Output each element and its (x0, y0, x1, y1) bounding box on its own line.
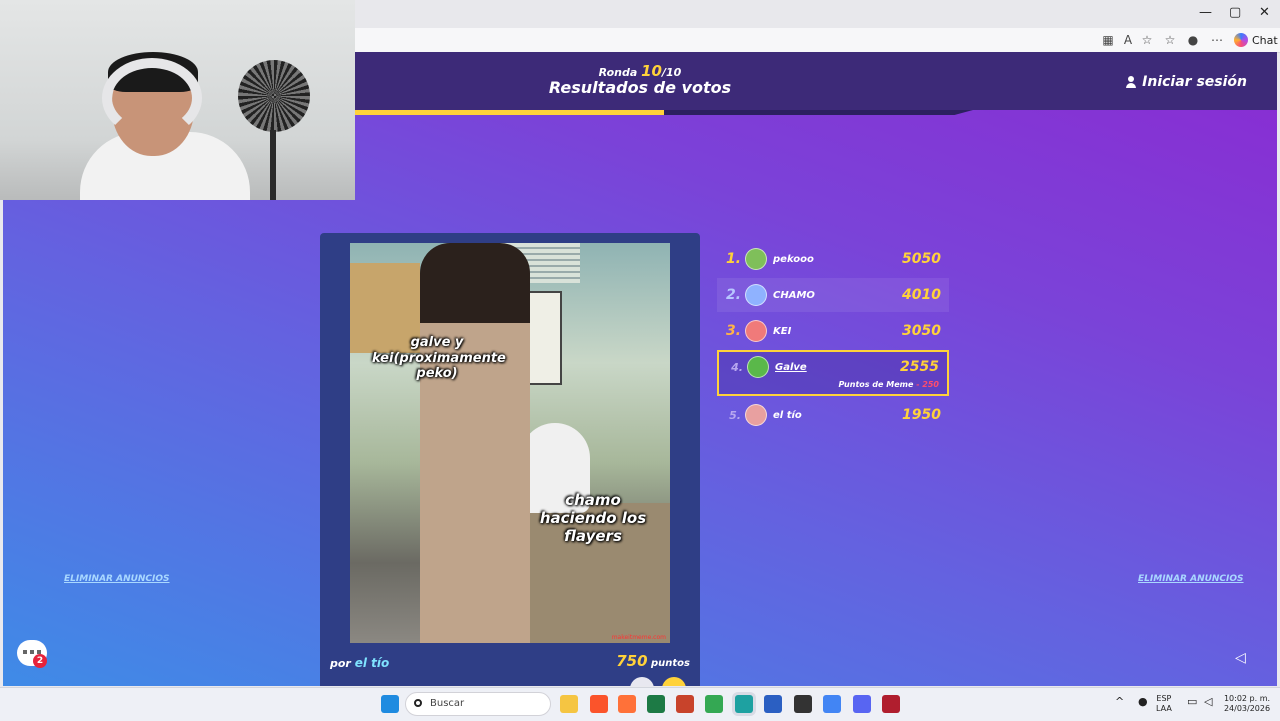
avatar (745, 320, 767, 342)
firefox-icon[interactable] (618, 695, 636, 713)
discord-icon[interactable] (853, 695, 871, 713)
user-icon (1126, 76, 1137, 88)
clock-date: 24/03/2026 (1223, 704, 1271, 713)
round-progress-fill (355, 110, 664, 115)
sound-toggle-icon[interactable]: ◁ (1235, 650, 1246, 666)
player-score: 1950 (902, 407, 941, 423)
search-icon (414, 699, 422, 707)
apps-icon[interactable]: ▦ (1100, 32, 1116, 48)
webcam-fan (238, 60, 310, 132)
headset-icon (102, 58, 202, 138)
player-name: KEI (773, 325, 792, 337)
chrome-profile-icon[interactable] (823, 695, 841, 713)
copilot-chat-button[interactable]: Chat (1234, 31, 1278, 49)
rank: 2. (725, 287, 741, 303)
avatar (745, 404, 767, 426)
meme-author: el tío (354, 656, 390, 670)
microphone-icon[interactable]: ● (1138, 696, 1148, 707)
profile-icon[interactable]: ● (1185, 32, 1201, 48)
clock-time: 10:02 p. m. (1223, 694, 1271, 703)
reaction-pause-icon[interactable] (630, 677, 654, 686)
player-score: 2555 (900, 359, 939, 375)
leaderboard-row: 1. pekooo 5050 (717, 242, 949, 276)
rank: 5. (729, 408, 741, 422)
leaderboard-row: 2. CHAMO 4010 (717, 278, 949, 312)
leaderboard: 1. pekooo 5050 2. CHAMO 4010 3. KEI 3050… (717, 242, 949, 434)
more-icon[interactable]: ⋯ (1209, 32, 1225, 48)
favorite-star-icon[interactable]: ☆ (1139, 32, 1155, 48)
player-name: pekooo (773, 253, 814, 265)
meme-officer (420, 243, 530, 643)
player-score: 3050 (902, 323, 941, 339)
app-icon[interactable] (882, 695, 900, 713)
login-label: Iniciar sesión (1142, 74, 1247, 90)
excel-icon[interactable] (647, 695, 665, 713)
avatar (745, 248, 767, 270)
meme-caption-top: galve y kei(proximamente peko) (372, 335, 506, 382)
avatar (747, 356, 769, 378)
file-explorer-icon[interactable] (560, 695, 578, 713)
tray-chevron-icon[interactable]: ^ (1115, 696, 1124, 707)
reaction-star-icon[interactable] (662, 677, 686, 686)
meme-door (528, 291, 562, 385)
start-icon[interactable] (381, 695, 399, 713)
leaderboard-row-current-player: 4. Galve 2555 Puntos de Meme - 250 (717, 350, 949, 396)
leaderboard-row: 5. el tío 1950 (717, 398, 949, 432)
webcam-overlay (0, 0, 355, 200)
close-button[interactable]: ✕ (1259, 5, 1270, 20)
clock[interactable]: 10:02 p. m. 24/03/2026 (1222, 694, 1272, 714)
points-label: puntos (651, 658, 690, 669)
meme-points-delta: Puntos de Meme - 250 (838, 380, 939, 389)
search-input[interactable]: Buscar (430, 698, 464, 709)
word-icon[interactable] (764, 695, 782, 713)
obs-icon[interactable] (794, 695, 812, 713)
meme-image: galve y kei(proximamente peko) chamo hac… (350, 243, 670, 643)
meme-author-line: por el tío (330, 656, 389, 670)
language-indicator[interactable]: ESP LAA (1156, 694, 1172, 714)
points-value: 750 (616, 652, 648, 670)
volume-icon[interactable]: ◁ (1204, 696, 1212, 707)
remove-ads-link-left[interactable]: ELIMINAR ANUNCIOS (64, 574, 170, 584)
meme-points: 750 puntos (616, 652, 690, 670)
round-progress-bar (355, 110, 973, 115)
taskbar-search[interactable]: Buscar (405, 692, 551, 716)
translate-icon[interactable]: A (1120, 32, 1136, 48)
meme-card: galve y kei(proximamente peko) chamo hac… (320, 233, 700, 686)
powerpoint-icon[interactable] (676, 695, 694, 713)
rank: 3. (725, 323, 741, 339)
chrome-icon[interactable] (705, 695, 723, 713)
brave-icon[interactable] (590, 695, 608, 713)
network-icon[interactable]: ▭ (1187, 696, 1197, 707)
leaderboard-row: 3. KEI 3050 (717, 314, 949, 348)
webcam-fan-stand (270, 130, 276, 200)
by-prefix: por (330, 657, 351, 670)
taskbar (0, 687, 1280, 721)
lang-bottom: LAA (1156, 704, 1172, 713)
meme-points-label: Puntos de Meme (838, 380, 914, 389)
avatar (745, 284, 767, 306)
login-button[interactable]: Iniciar sesión (1126, 74, 1247, 90)
rank: 1. (725, 251, 741, 267)
player-name[interactable]: Galve (775, 362, 900, 373)
chat-label: Chat (1252, 33, 1278, 47)
minimize-button[interactable]: — (1199, 5, 1212, 20)
collections-icon[interactable]: ☆ (1162, 32, 1178, 48)
edge-icon[interactable] (735, 695, 753, 713)
chat-badge: 2 (33, 654, 47, 668)
meme-watermark: makeitmeme.com (611, 634, 666, 641)
maximize-button[interactable]: ▢ (1229, 5, 1241, 20)
remove-ads-link-right[interactable]: ELIMINAR ANUNCIOS (1138, 574, 1244, 584)
player-score: 4010 (902, 287, 941, 303)
player-name: CHAMO (773, 289, 815, 301)
meme-caption-bottom: chamo haciendo los flayers (539, 491, 647, 545)
rank: 4. (731, 360, 743, 374)
lang-top: ESP (1156, 694, 1172, 703)
player-score: 5050 (902, 251, 941, 267)
player-name: el tío (773, 409, 802, 421)
copilot-icon (1234, 33, 1248, 47)
meme-points-change: - 250 (916, 380, 939, 389)
